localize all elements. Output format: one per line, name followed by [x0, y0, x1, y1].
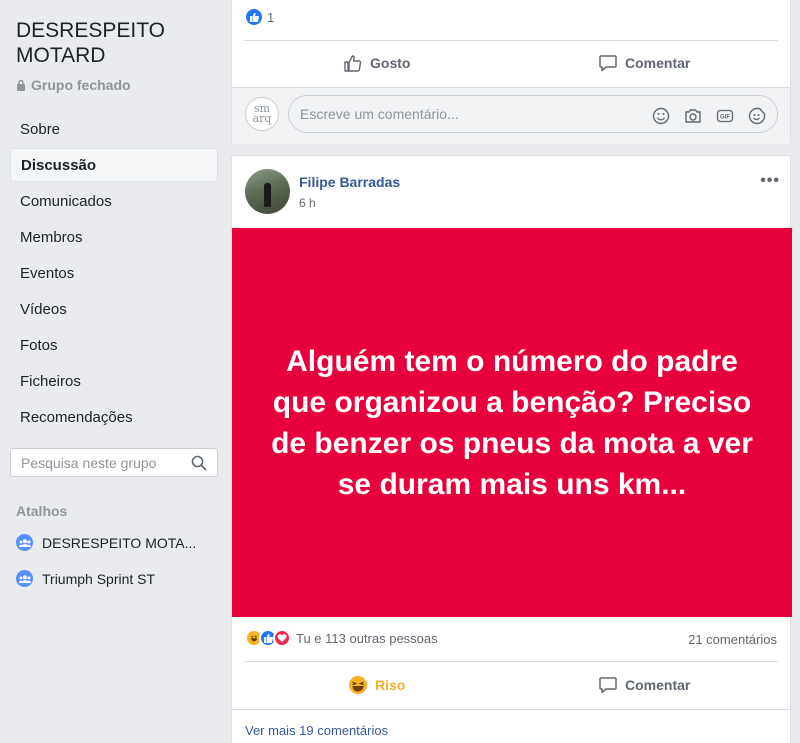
comment-button-label: Comentar — [625, 677, 691, 693]
search-icon[interactable] — [191, 455, 207, 471]
post-text: Alguém tem o número do padre que organiz… — [271, 344, 753, 501]
gif-icon[interactable]: GIF — [715, 106, 735, 126]
divider — [244, 661, 778, 662]
like-button-label: Gosto — [370, 55, 411, 71]
comment-button[interactable]: Comentar — [598, 53, 690, 73]
group-privacy: Grupo fechado — [16, 77, 131, 93]
comment-icon — [599, 55, 617, 72]
group-icon — [16, 534, 33, 551]
riso-button[interactable]: Riso — [348, 675, 405, 695]
lock-icon — [17, 79, 25, 91]
comment-placeholder: Escreve um comentário... — [300, 106, 459, 122]
avatar[interactable]: sm arq — [245, 97, 279, 131]
divider — [232, 709, 790, 710]
see-more-comments-link[interactable]: Ver mais 19 comentários — [245, 723, 388, 738]
shortcuts-heading: Atalhos — [16, 503, 68, 519]
nav-item-membros[interactable]: Membros — [10, 220, 218, 254]
divider — [244, 40, 778, 41]
nav-item-videos[interactable]: Vídeos — [10, 292, 218, 326]
comment-button-label: Comentar — [625, 55, 691, 71]
comment-count[interactable]: 21 comentários — [688, 632, 777, 647]
nav-item-sobre[interactable]: Sobre — [10, 112, 218, 146]
shortcut-item[interactable]: Triumph Sprint ST — [16, 570, 155, 587]
group-name[interactable]: DESRESPEITO MOTARD — [16, 18, 216, 68]
group-search-input[interactable]: Pesquisa neste grupo — [10, 448, 218, 477]
group-privacy-label: Grupo fechado — [31, 77, 131, 93]
riso-label: Riso — [375, 677, 406, 693]
group-sidebar: DESRESPEITO MOTARD Grupo fechado Sobre D… — [0, 0, 228, 743]
nav-item-ficheiros[interactable]: Ficheiros — [10, 364, 218, 398]
reactions-text: Tu e 113 outras pessoas — [296, 630, 438, 646]
nav-item-fotos[interactable]: Fotos — [10, 328, 218, 362]
shortcut-item[interactable]: DESRESPEITO MOTA... — [16, 534, 196, 551]
group-search-placeholder: Pesquisa neste grupo — [21, 454, 157, 471]
comment-button[interactable]: Comentar — [598, 675, 690, 695]
group-icon — [16, 570, 33, 587]
like-reaction-icon — [246, 9, 262, 25]
previous-post-card: 1 Gosto Comentar sm arq Escreve um comen… — [231, 0, 791, 144]
love-reaction-icon — [273, 629, 291, 647]
nav-item-comunicados[interactable]: Comunicados — [10, 184, 218, 218]
sticker-icon[interactable] — [747, 106, 767, 126]
author-name[interactable]: Filipe Barradas — [299, 174, 400, 190]
shortcut-label: Triumph Sprint ST — [42, 570, 156, 587]
like-button[interactable]: Gosto — [343, 53, 410, 73]
reactions-summary[interactable]: Tu e 113 outras pessoas — [245, 629, 438, 647]
post-card: Filipe Barradas 6 h ••• Alguém tem o núm… — [231, 155, 792, 743]
group-nav: Sobre Discussão Comunicados Membros Even… — [10, 112, 218, 436]
thumbs-up-icon — [344, 55, 362, 72]
shortcut-label: DESRESPEITO MOTA... — [42, 534, 197, 551]
comment-input[interactable]: Escreve um comentário... GIF — [288, 95, 778, 133]
more-options-icon[interactable]: ••• — [760, 172, 780, 190]
svg-text:GIF: GIF — [720, 115, 730, 121]
nav-item-recomendacoes[interactable]: Recomendações — [10, 400, 218, 434]
laughing-emoji-icon — [349, 676, 367, 694]
post-text-background: Alguém tem o número do padre que organiz… — [232, 228, 792, 617]
nav-item-discussao[interactable]: Discussão — [10, 148, 218, 182]
comment-composer: sm arq Escreve um comentário... GIF — [232, 87, 790, 144]
like-summary[interactable]: 1 — [246, 9, 274, 25]
comment-icon — [599, 677, 617, 694]
camera-icon[interactable] — [683, 106, 703, 126]
nav-item-eventos[interactable]: Eventos — [10, 256, 218, 290]
post-timestamp[interactable]: 6 h — [299, 196, 316, 210]
author-avatar[interactable] — [245, 169, 290, 214]
like-count: 1 — [267, 9, 275, 25]
emoji-icon[interactable] — [651, 106, 671, 126]
